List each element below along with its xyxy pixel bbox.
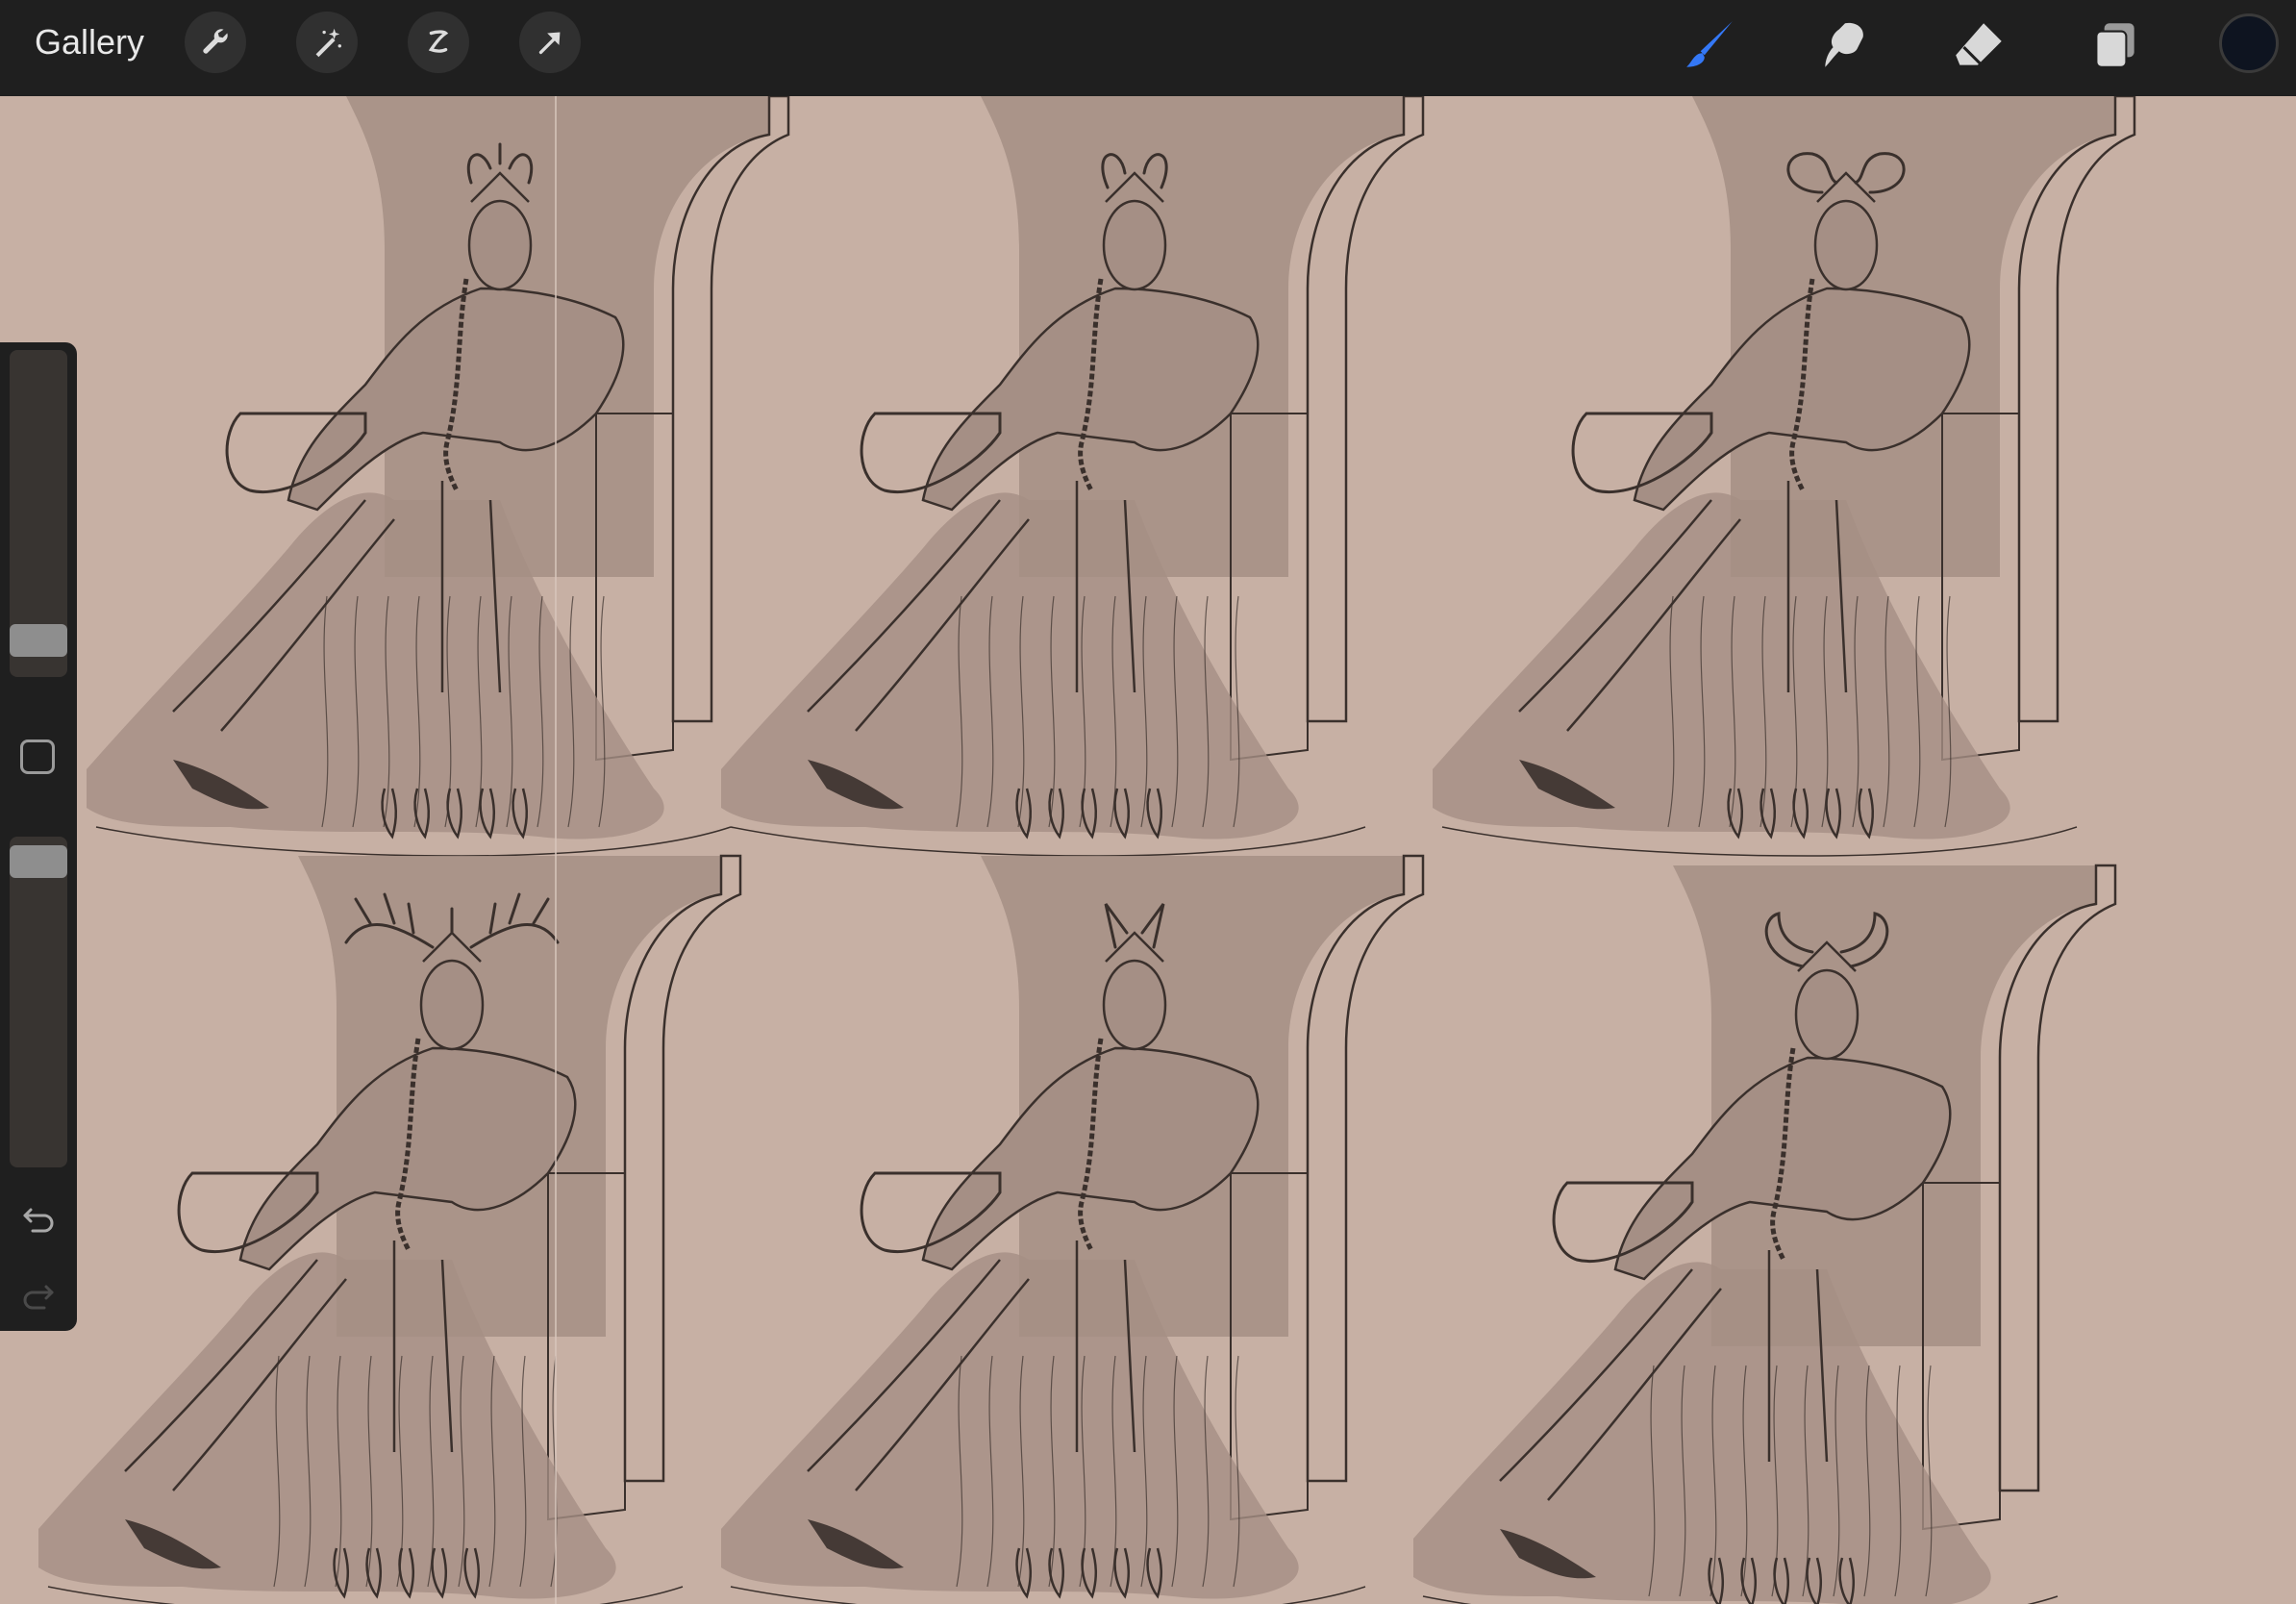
modify-button[interactable] [20, 739, 55, 774]
sketch-figure [721, 854, 1425, 1604]
brush-icon [1686, 21, 1733, 67]
color-picker-button[interactable] [2219, 13, 2279, 73]
redo-icon [23, 1285, 54, 1310]
actions-button[interactable] [185, 12, 246, 73]
brush-tool[interactable] [1677, 12, 1744, 79]
drawing-canvas[interactable] [0, 96, 2296, 1604]
transform-button[interactable] [519, 12, 581, 73]
transform-arrow-icon [538, 32, 561, 55]
smudge-icon [1825, 22, 1863, 67]
wrench-icon [203, 29, 228, 54]
opacity-thumb[interactable] [10, 845, 67, 879]
top-toolbar: Gallery [0, 0, 2296, 96]
gallery-button[interactable]: Gallery [35, 21, 144, 63]
opacity-slider[interactable] [10, 837, 67, 1167]
sketch-figure [1433, 96, 2136, 857]
brush-size-slider[interactable] [10, 350, 67, 677]
eraser-tool[interactable] [1946, 12, 2013, 79]
smudge-tool[interactable] [1811, 12, 1879, 79]
sketch-figure [87, 96, 790, 857]
sketch-figure [1413, 864, 2117, 1604]
magic-wand-icon [315, 28, 342, 58]
layers-icon [2095, 23, 2134, 68]
sketch-figure [721, 96, 1425, 857]
sketch-figure [38, 854, 742, 1604]
adjustments-button[interactable] [296, 12, 358, 73]
left-sidebar [0, 342, 77, 1331]
eraser-icon [1956, 23, 2002, 66]
sketch-artwork [38, 96, 2136, 1604]
brush-size-thumb[interactable] [10, 623, 67, 657]
undo-icon [23, 1208, 54, 1233]
undo-button[interactable] [15, 1194, 62, 1241]
layers-button[interactable] [2081, 12, 2148, 79]
redo-button[interactable] [15, 1271, 62, 1317]
selection-button[interactable] [408, 12, 469, 73]
selection-icon [428, 30, 449, 53]
